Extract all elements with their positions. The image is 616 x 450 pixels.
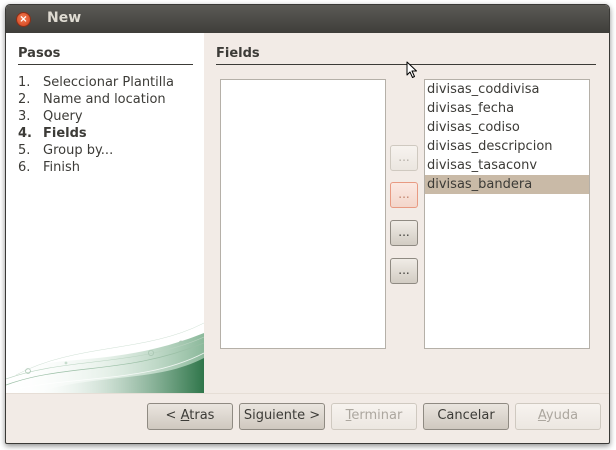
window-title: New [47, 10, 82, 26]
move-button-2[interactable]: ... [390, 182, 418, 208]
step-item: 5. Group by... [18, 143, 114, 158]
selected-fields-list[interactable]: divisas_coddivisa divisas_fecha divisas_… [424, 79, 590, 349]
back-button[interactable]: < Atras [147, 403, 233, 430]
available-fields-list[interactable] [220, 79, 386, 349]
new-dialog-window: × New Pasos 1. Seleccionar Plantilla 2. Na… [5, 4, 610, 444]
steps-panel: Pasos 1. Seleccionar Plantilla 2. Name and… [6, 33, 204, 393]
step-item: 3. Query [18, 109, 83, 124]
step-item-current: 4. Fields [18, 126, 87, 141]
list-item[interactable]: divisas_tasaconv [425, 156, 589, 175]
finish-button[interactable]: Terminar [331, 403, 417, 430]
step-item: 2. Name and location [18, 92, 166, 107]
list-item-selected[interactable]: divisas_bandera [425, 175, 589, 194]
cancel-button[interactable]: Cancelar [423, 403, 509, 430]
step-item: 1. Seleccionar Plantilla [18, 75, 174, 90]
next-button[interactable]: Siguiente > [239, 403, 325, 430]
move-button-4[interactable]: ... [390, 258, 418, 284]
close-icon[interactable]: × [16, 12, 31, 27]
mouse-pointer-icon [406, 61, 417, 78]
steps-title: Pasos [18, 46, 61, 61]
help-button[interactable]: Ayuda [515, 403, 601, 430]
move-button-3[interactable]: ... [390, 220, 418, 246]
list-item[interactable]: divisas_descripcion [425, 137, 589, 156]
list-item[interactable]: divisas_coddivisa [425, 80, 589, 99]
decorative-swoosh-graphic [6, 322, 204, 393]
list-item[interactable]: divisas_fecha [425, 99, 589, 118]
move-button-1[interactable]: ... [390, 145, 418, 171]
button-bar-divider [6, 393, 609, 394]
title-bar[interactable]: × New [6, 5, 609, 33]
steps-divider [18, 64, 193, 65]
step-item: 6. Finish [18, 160, 81, 175]
fields-title: Fields [216, 46, 260, 61]
steps-list: 1. Seleccionar Plantilla 2. Name and locat… [18, 74, 174, 176]
list-item[interactable]: divisas_codiso [425, 118, 589, 137]
